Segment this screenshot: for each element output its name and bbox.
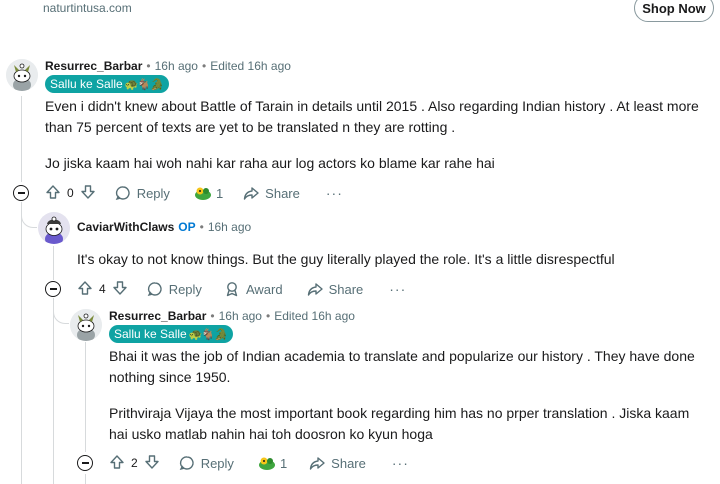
separator-dot: • bbox=[146, 59, 151, 73]
vote-group: 2 bbox=[109, 454, 160, 473]
text-line: than 75 percent of texts are yet to be t… bbox=[45, 119, 456, 135]
separator-dot: • bbox=[199, 220, 204, 234]
reply-button[interactable]: Reply bbox=[179, 455, 234, 471]
collapse-thread-button[interactable] bbox=[45, 281, 61, 297]
award-button[interactable]: Award bbox=[224, 281, 283, 297]
comment-paragraph: It's okay to not know things. But the gu… bbox=[77, 249, 615, 270]
vote-group: 4 bbox=[77, 280, 128, 299]
thread-line[interactable] bbox=[21, 96, 22, 182]
op-badge: OP bbox=[178, 220, 196, 234]
user-flair: Sallu ke Salle 🐢🐐🐊 bbox=[109, 325, 233, 343]
award-count: 1 bbox=[279, 455, 288, 471]
share-icon bbox=[309, 455, 325, 471]
vote-count: 4 bbox=[99, 282, 106, 296]
timestamp[interactable]: 16h ago bbox=[219, 309, 262, 323]
comment-thread: naturtintusa.com Shop Now Resurrec_Barba… bbox=[0, 0, 720, 484]
share-button[interactable]: Share bbox=[309, 455, 366, 471]
comment-actions: 4 Reply Award Share ··· bbox=[77, 278, 406, 300]
separator-dot: • bbox=[201, 59, 207, 73]
edited-timestamp: Edited 16h ago bbox=[210, 59, 291, 73]
chat-bubble-icon bbox=[179, 455, 195, 471]
flair-text: Sallu ke Salle bbox=[50, 77, 123, 91]
reply-label: Reply bbox=[200, 455, 234, 471]
text-line: Even i didn't knew about Battle of Tarai… bbox=[45, 98, 699, 114]
avatar[interactable] bbox=[38, 212, 70, 244]
comment-actions: 0 Reply 1 Share ··· bbox=[45, 182, 343, 204]
thread-line[interactable] bbox=[85, 474, 86, 484]
comment-paragraph: Even i didn't knew about Battle of Tarai… bbox=[45, 96, 699, 138]
upvote-icon[interactable] bbox=[45, 184, 61, 203]
share-button[interactable]: Share bbox=[307, 281, 364, 297]
downvote-icon[interactable] bbox=[112, 280, 128, 299]
comment-paragraph: Jo jiska kaam hai woh nahi kar raha aur … bbox=[45, 153, 495, 174]
reply-button[interactable]: Reply bbox=[147, 281, 202, 297]
thread-connector bbox=[21, 206, 37, 228]
comment-paragraph: Prithviraja Vijaya the most important bo… bbox=[109, 403, 689, 445]
chat-bubble-icon bbox=[115, 185, 131, 201]
vote-count: 2 bbox=[131, 456, 138, 470]
text-line: It's okay to not know things. But the gu… bbox=[77, 251, 615, 267]
downvote-icon[interactable] bbox=[80, 184, 96, 203]
share-label: Share bbox=[331, 455, 366, 471]
username[interactable]: Resurrec_Barbar bbox=[109, 309, 206, 323]
text-line: Bhai it was the job of Indian academia t… bbox=[109, 348, 695, 364]
text-line: nothing since 1950. bbox=[109, 369, 231, 385]
share-icon bbox=[243, 185, 259, 201]
award-icon bbox=[194, 185, 212, 201]
username[interactable]: CaviarWithClaws bbox=[77, 220, 174, 234]
vote-count: 0 bbox=[67, 186, 74, 200]
more-options-button[interactable]: ··· bbox=[389, 281, 406, 297]
collapse-thread-button[interactable] bbox=[13, 185, 29, 201]
thread-line[interactable] bbox=[53, 298, 54, 484]
upvote-icon[interactable] bbox=[109, 454, 125, 473]
comment-meta: Resurrec_Barbar • 16h ago • Edited 16h a… bbox=[45, 59, 291, 73]
award-button[interactable]: 1 bbox=[194, 185, 223, 201]
collapse-thread-button[interactable] bbox=[77, 455, 93, 471]
reply-label: Reply bbox=[168, 281, 202, 297]
thread-line[interactable] bbox=[21, 202, 22, 484]
ad-domain[interactable]: naturtintusa.com bbox=[43, 1, 132, 15]
text-line: Prithviraja Vijaya the most important bo… bbox=[109, 405, 690, 421]
share-label: Share bbox=[265, 185, 300, 201]
award-count: 1 bbox=[215, 185, 224, 201]
downvote-icon[interactable] bbox=[144, 454, 160, 473]
upvote-icon[interactable] bbox=[77, 280, 93, 299]
vote-group: 0 bbox=[45, 184, 96, 203]
flair-emojis: 🐢🐐🐊 bbox=[188, 328, 228, 341]
avatar[interactable] bbox=[70, 309, 102, 341]
award-label: Award bbox=[245, 281, 283, 297]
comment-actions: 2 Reply 1 Share ··· bbox=[109, 452, 409, 474]
flair-emojis: 🐢🐐🐊 bbox=[124, 78, 164, 91]
timestamp[interactable]: 16h ago bbox=[208, 220, 251, 234]
reply-button[interactable]: Reply bbox=[115, 185, 170, 201]
thread-line[interactable] bbox=[53, 246, 54, 280]
share-button[interactable]: Share bbox=[243, 185, 300, 201]
thread-line[interactable] bbox=[85, 342, 86, 452]
more-options-button[interactable]: ··· bbox=[326, 185, 343, 201]
separator-dot: • bbox=[210, 309, 215, 323]
share-icon bbox=[307, 281, 323, 297]
comment-meta: CaviarWithClaws OP • 16h ago bbox=[77, 220, 251, 234]
award-icon bbox=[258, 455, 276, 471]
timestamp[interactable]: 16h ago bbox=[155, 59, 198, 73]
username[interactable]: Resurrec_Barbar bbox=[45, 59, 142, 73]
award-button[interactable]: 1 bbox=[258, 455, 287, 471]
thread-connector bbox=[53, 300, 69, 324]
flair-text: Sallu ke Salle bbox=[114, 327, 187, 341]
edited-timestamp: Edited 16h ago bbox=[274, 309, 355, 323]
shop-now-button[interactable]: Shop Now bbox=[634, 0, 714, 22]
more-options-button[interactable]: ··· bbox=[392, 455, 409, 471]
separator-dot: • bbox=[265, 309, 271, 323]
chat-bubble-icon bbox=[147, 281, 163, 297]
share-label: Share bbox=[328, 281, 364, 297]
avatar[interactable] bbox=[6, 59, 38, 91]
text-line: hai usko matlab nahin hai toh doosron ko… bbox=[109, 426, 433, 442]
comment-paragraph: Bhai it was the job of Indian academia t… bbox=[109, 346, 695, 388]
user-flair: Sallu ke Salle 🐢🐐🐊 bbox=[45, 75, 169, 93]
award-ribbon-icon bbox=[224, 281, 240, 297]
comment-meta: Resurrec_Barbar • 16h ago • Edited 16h a… bbox=[109, 309, 355, 323]
reply-label: Reply bbox=[136, 185, 170, 201]
text-line: Jo jiska kaam hai woh nahi kar raha aur … bbox=[45, 155, 495, 171]
